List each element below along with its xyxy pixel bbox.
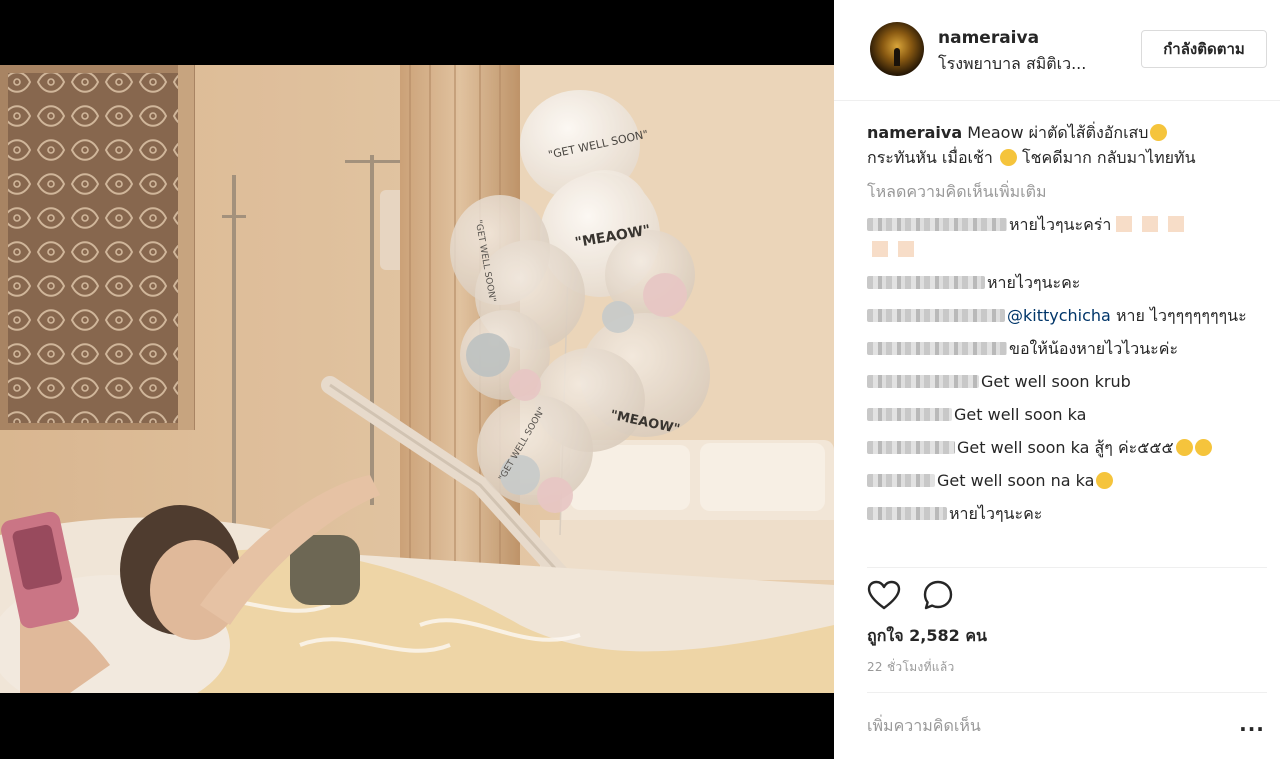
actions-divider bbox=[867, 567, 1267, 568]
likes-count[interactable]: ถูกใจ 2,582 คน bbox=[867, 624, 987, 649]
blurred-username[interactable] bbox=[867, 375, 979, 388]
comment-text: Get well soon ka bbox=[954, 405, 1087, 424]
comment-item: Get well soon na ka bbox=[867, 468, 1267, 493]
caption-username[interactable]: nameraiva bbox=[867, 123, 962, 142]
mention-link[interactable]: @kittychicha bbox=[1007, 306, 1111, 325]
comment-text: หายไวๆนะคะ bbox=[987, 273, 1081, 292]
emoji-placeholder-icon bbox=[1116, 216, 1133, 232]
emoji-placeholder-icon bbox=[1168, 216, 1185, 232]
blurred-username[interactable] bbox=[867, 276, 985, 289]
comment-text: Get well soon na ka bbox=[937, 471, 1095, 490]
comment-item: ขอให้น้องหายไวไวนะค่ะ bbox=[867, 336, 1267, 361]
post-side-panel: nameraiva โรงพยาบาล สมิติเว... กำลังติดต… bbox=[834, 0, 1280, 759]
post-caption: nameraiva Meaow ผ่าตัดไส้ติ่งอักเสบ กระท… bbox=[867, 120, 1267, 170]
comment-item: @kittychicha หาย ไวๆๆๆๆๆๆๆนะ bbox=[867, 303, 1267, 328]
hospital-photo: "GET WELL SOON" "MEAOW" "GET WELL SOON" … bbox=[0, 65, 834, 693]
comment-item: Get well soon ka สู้ๆ ค่ะ๕๕๕ bbox=[867, 435, 1267, 460]
add-comment-input[interactable] bbox=[867, 710, 1207, 740]
comment-text: Get well soon krub bbox=[981, 372, 1131, 391]
smiling-face-icon bbox=[1175, 439, 1193, 456]
blurred-username[interactable] bbox=[867, 218, 1007, 231]
header-username[interactable]: nameraiva bbox=[938, 28, 1039, 48]
blurred-username[interactable] bbox=[867, 342, 1007, 355]
crying-cat-icon bbox=[999, 149, 1017, 166]
comments-list: nameraiva Meaow ผ่าตัดไส้ติ่งอักเสบ กระท… bbox=[867, 120, 1267, 560]
comment-item: Get well soon krub bbox=[867, 369, 1267, 394]
post-photo-viewer: "GET WELL SOON" "MEAOW" "GET WELL SOON" … bbox=[0, 0, 834, 759]
caption-text-2: กระทันหัน เมื่อเช้า bbox=[867, 148, 993, 167]
load-more-comments-link[interactable]: โหลดความคิดเห็นเพิ่มเติม bbox=[867, 180, 1267, 204]
caption-text: Meaow ผ่าตัดไส้ติ่งอักเสบ bbox=[962, 123, 1149, 142]
following-button[interactable]: กำลังติดตาม bbox=[1141, 30, 1267, 68]
comment-item: Get well soon ka bbox=[867, 402, 1267, 427]
comment-text: หายไวๆนะคะ bbox=[949, 504, 1043, 523]
comment-text: หายไวๆนะคร่า bbox=[1009, 215, 1112, 234]
comment-item: หายไวๆนะคะ bbox=[867, 501, 1267, 526]
blurred-username[interactable] bbox=[867, 507, 947, 520]
comment-text: ขอให้น้องหายไวไวนะค่ะ bbox=[1009, 339, 1179, 358]
emoji-placeholder-icon bbox=[1142, 216, 1159, 232]
post-timestamp[interactable]: 22 ชั่วโมงที่แล้ว bbox=[867, 658, 955, 677]
blurred-username[interactable] bbox=[867, 474, 935, 487]
blurred-username[interactable] bbox=[867, 441, 955, 454]
emoji-placeholder-icon bbox=[898, 241, 914, 257]
comment-icon[interactable] bbox=[922, 579, 954, 611]
avatar[interactable] bbox=[870, 22, 924, 76]
blurred-username[interactable] bbox=[867, 408, 952, 421]
frowning-face-icon bbox=[1150, 124, 1168, 141]
add-comment-divider bbox=[867, 692, 1267, 693]
post-header: nameraiva โรงพยาบาล สมิติเว... กำลังติดต… bbox=[834, 0, 1280, 101]
smiling-face-icon bbox=[1194, 439, 1212, 456]
post-photo[interactable]: "GET WELL SOON" "MEAOW" "GET WELL SOON" … bbox=[0, 65, 834, 693]
more-options-icon[interactable]: ... bbox=[1238, 714, 1266, 738]
comment-item: หายไวๆนะคะ bbox=[867, 270, 1267, 295]
comment-text: Get well soon ka สู้ๆ ค่ะ๕๕๕ bbox=[957, 438, 1174, 457]
smiling-face-icon bbox=[1096, 472, 1114, 489]
emoji-placeholder-icon bbox=[872, 241, 888, 257]
caption-text-3: โชคดีมาก กลับมาไทยทัน bbox=[1016, 148, 1196, 167]
header-location[interactable]: โรงพยาบาล สมิติเว... bbox=[938, 52, 1086, 77]
blurred-username[interactable] bbox=[867, 309, 1005, 322]
heart-icon[interactable] bbox=[867, 580, 901, 610]
comment-text: หาย ไวๆๆๆๆๆๆๆนะ bbox=[1110, 306, 1247, 325]
comment-item: หายไวๆนะคร่า bbox=[867, 212, 1267, 262]
avatar-figure bbox=[894, 48, 900, 66]
